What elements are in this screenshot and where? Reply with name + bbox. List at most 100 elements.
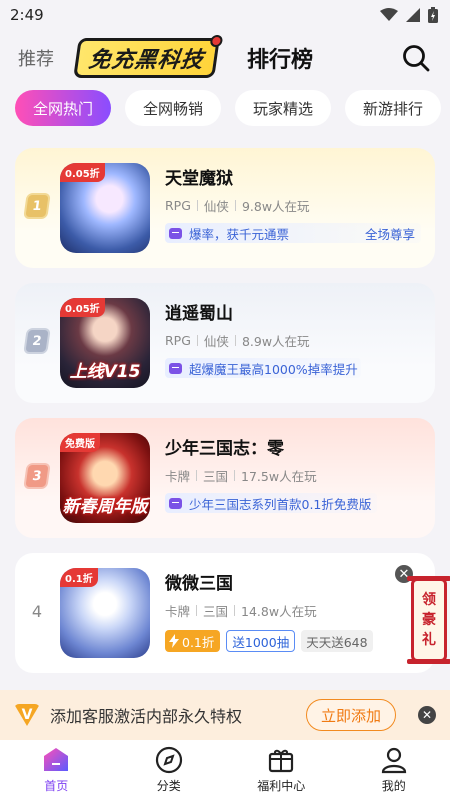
- game-name: 微微三国: [165, 574, 233, 594]
- top-nav: 推荐 免充黑科技 排行榜: [0, 34, 450, 82]
- game-card[interactable]: 4 0.1折 微微三国 卡牌 三国 14.8w人在玩 0.1折 送1000抽 天…: [15, 553, 435, 673]
- divider: [196, 470, 198, 481]
- game-icon[interactable]: 0.1折: [60, 568, 150, 658]
- nav-category[interactable]: 分类: [113, 740, 226, 800]
- wifi-icon: [380, 8, 398, 21]
- service-banner: V 添加客服激活内部永久特权 立即添加 ✕: [0, 690, 450, 740]
- discount-badge: 免费版: [60, 433, 100, 452]
- vip-icon: V: [14, 704, 40, 726]
- nav-label: 首页: [44, 779, 69, 793]
- promo-text: 爆率，获千元通票: [189, 226, 290, 242]
- tab-player-picks[interactable]: 玩家精选: [235, 90, 332, 126]
- game-genre: 仙侠: [203, 199, 229, 214]
- tab-hot[interactable]: 全网热门: [15, 90, 112, 126]
- daily-tag: 天天送648: [301, 630, 373, 652]
- divider: [234, 335, 236, 346]
- game-genre: 三国: [203, 604, 229, 619]
- divider: [196, 200, 198, 211]
- icon-caption: 新春周年版: [62, 497, 148, 517]
- home-icon: [44, 748, 69, 771]
- app-logo[interactable]: 免充黑科技: [73, 35, 224, 78]
- lightning-icon: [169, 634, 179, 648]
- player-count: 17.5w人在玩: [241, 469, 317, 484]
- nav-home[interactable]: 首页: [0, 740, 113, 800]
- logo-dot-icon: [209, 35, 224, 47]
- status-bar: 2:49: [0, 0, 450, 30]
- tab-new-games[interactable]: 新游排行: [345, 90, 442, 126]
- game-icon[interactable]: 0.05折 上线V15: [60, 298, 150, 388]
- nav-welfare[interactable]: 福利中心: [225, 740, 338, 800]
- nav-label: 分类: [156, 779, 181, 793]
- game-list: 1 0.05折 天堂魔狱 RPG 仙侠 9.8w人在玩 爆率，获千元通票 全场尊…: [15, 148, 435, 688]
- signal-icon: [406, 8, 420, 22]
- game-category: 卡牌: [165, 604, 191, 619]
- game-icon[interactable]: 免费版 新春周年版: [60, 433, 150, 523]
- rank-number: 4: [31, 601, 43, 621]
- game-name: 天堂魔狱: [165, 169, 233, 189]
- rank-medal-icon: 3: [23, 463, 51, 489]
- message-icon: [169, 362, 182, 374]
- recommend-tab[interactable]: 推荐: [18, 45, 54, 71]
- game-category: RPG: [165, 333, 191, 348]
- player-count: 14.8w人在玩: [241, 604, 317, 619]
- game-info: 逍遥蜀山 RPG 仙侠 8.9w人在玩 超爆魔王最高1000%掉率提升: [165, 299, 423, 378]
- divider: [196, 605, 198, 616]
- divider: [234, 605, 236, 616]
- status-time: 2:49: [10, 6, 44, 24]
- divider: [234, 200, 236, 211]
- promo-text: 少年三国志系列首款0.1折免费版: [189, 496, 372, 512]
- banner-text: 添加客服激活内部永久特权: [50, 707, 243, 726]
- discount-badge: 0.05折: [60, 298, 105, 317]
- game-meta: RPG 仙侠 8.9w人在玩: [165, 331, 423, 350]
- game-name: 逍遥蜀山: [165, 304, 233, 324]
- search-icon[interactable]: [400, 42, 432, 74]
- rank-medal-icon: 1: [23, 193, 51, 219]
- draw-tag: 送1000抽: [226, 630, 296, 652]
- divider: [234, 470, 236, 481]
- discount-tag-text: 0.1折: [182, 634, 215, 650]
- message-icon: [169, 227, 182, 239]
- game-card[interactable]: 2 0.05折 上线V15 逍遥蜀山 RPG 仙侠 8.9w人在玩 超爆魔王最高…: [15, 283, 435, 403]
- nav-label: 福利中心: [257, 779, 306, 793]
- game-category: RPG: [165, 198, 191, 213]
- discount-tag: 0.1折: [165, 630, 221, 652]
- game-name: 少年三国志：零: [165, 439, 284, 459]
- gift-text-1: 领: [422, 592, 436, 608]
- icon-caption: 上线V15: [69, 362, 141, 382]
- close-icon[interactable]: ✕: [418, 706, 436, 724]
- tab-bestselling[interactable]: 全网畅销: [125, 90, 222, 126]
- battery-icon: [428, 7, 438, 23]
- game-icon[interactable]: 0.05折: [60, 163, 150, 253]
- promo-line: 少年三国志系列首款0.1折免费版: [165, 493, 377, 513]
- gift-text-2: 豪: [422, 612, 436, 628]
- game-card[interactable]: 1 0.05折 天堂魔狱 RPG 仙侠 9.8w人在玩 爆率，获千元通票 全场尊…: [15, 148, 435, 268]
- promo-line: 超爆魔王最高1000%掉率提升: [165, 358, 361, 378]
- nav-profile[interactable]: 我的: [338, 740, 450, 800]
- rank-medal-icon: 2: [23, 328, 51, 354]
- game-genre: 仙侠: [203, 334, 229, 349]
- game-genre: 三国: [203, 469, 229, 484]
- game-info: 天堂魔狱 RPG 仙侠 9.8w人在玩 爆率，获千元通票 全场尊享: [165, 164, 423, 243]
- promo-text: 超爆魔王最高1000%掉率提升: [189, 361, 358, 377]
- message-icon: [169, 497, 182, 509]
- player-count: 9.8w人在玩: [241, 199, 310, 214]
- game-meta: 卡牌 三国 14.8w人在玩: [165, 601, 423, 620]
- gift-float-button[interactable]: 领 豪 礼: [407, 576, 450, 664]
- rank-title[interactable]: 排行榜: [247, 42, 313, 74]
- add-now-button[interactable]: 立即添加: [305, 699, 396, 731]
- category-tabs: 全网热门 全网畅销 玩家精选 新游排行: [15, 90, 442, 126]
- promo-right-text: 全场尊享: [364, 226, 415, 242]
- discount-badge: 0.05折: [60, 163, 105, 182]
- compass-icon: [155, 746, 182, 774]
- game-category: 卡牌: [165, 469, 191, 484]
- game-card[interactable]: 3 免费版 新春周年版 少年三国志：零 卡牌 三国 17.5w人在玩 少年三国志…: [15, 418, 435, 538]
- game-info: 少年三国志：零 卡牌 三国 17.5w人在玩 少年三国志系列首款0.1折免费版: [165, 434, 423, 513]
- divider: [196, 335, 198, 346]
- player-count: 8.9w人在玩: [241, 334, 310, 349]
- discount-badge: 0.1折: [60, 568, 98, 587]
- game-meta: 卡牌 三国 17.5w人在玩: [165, 466, 423, 485]
- gift-box-icon: [269, 749, 294, 773]
- status-icons: [380, 7, 438, 23]
- gift-text-3: 礼: [422, 632, 436, 648]
- user-icon: [381, 747, 406, 774]
